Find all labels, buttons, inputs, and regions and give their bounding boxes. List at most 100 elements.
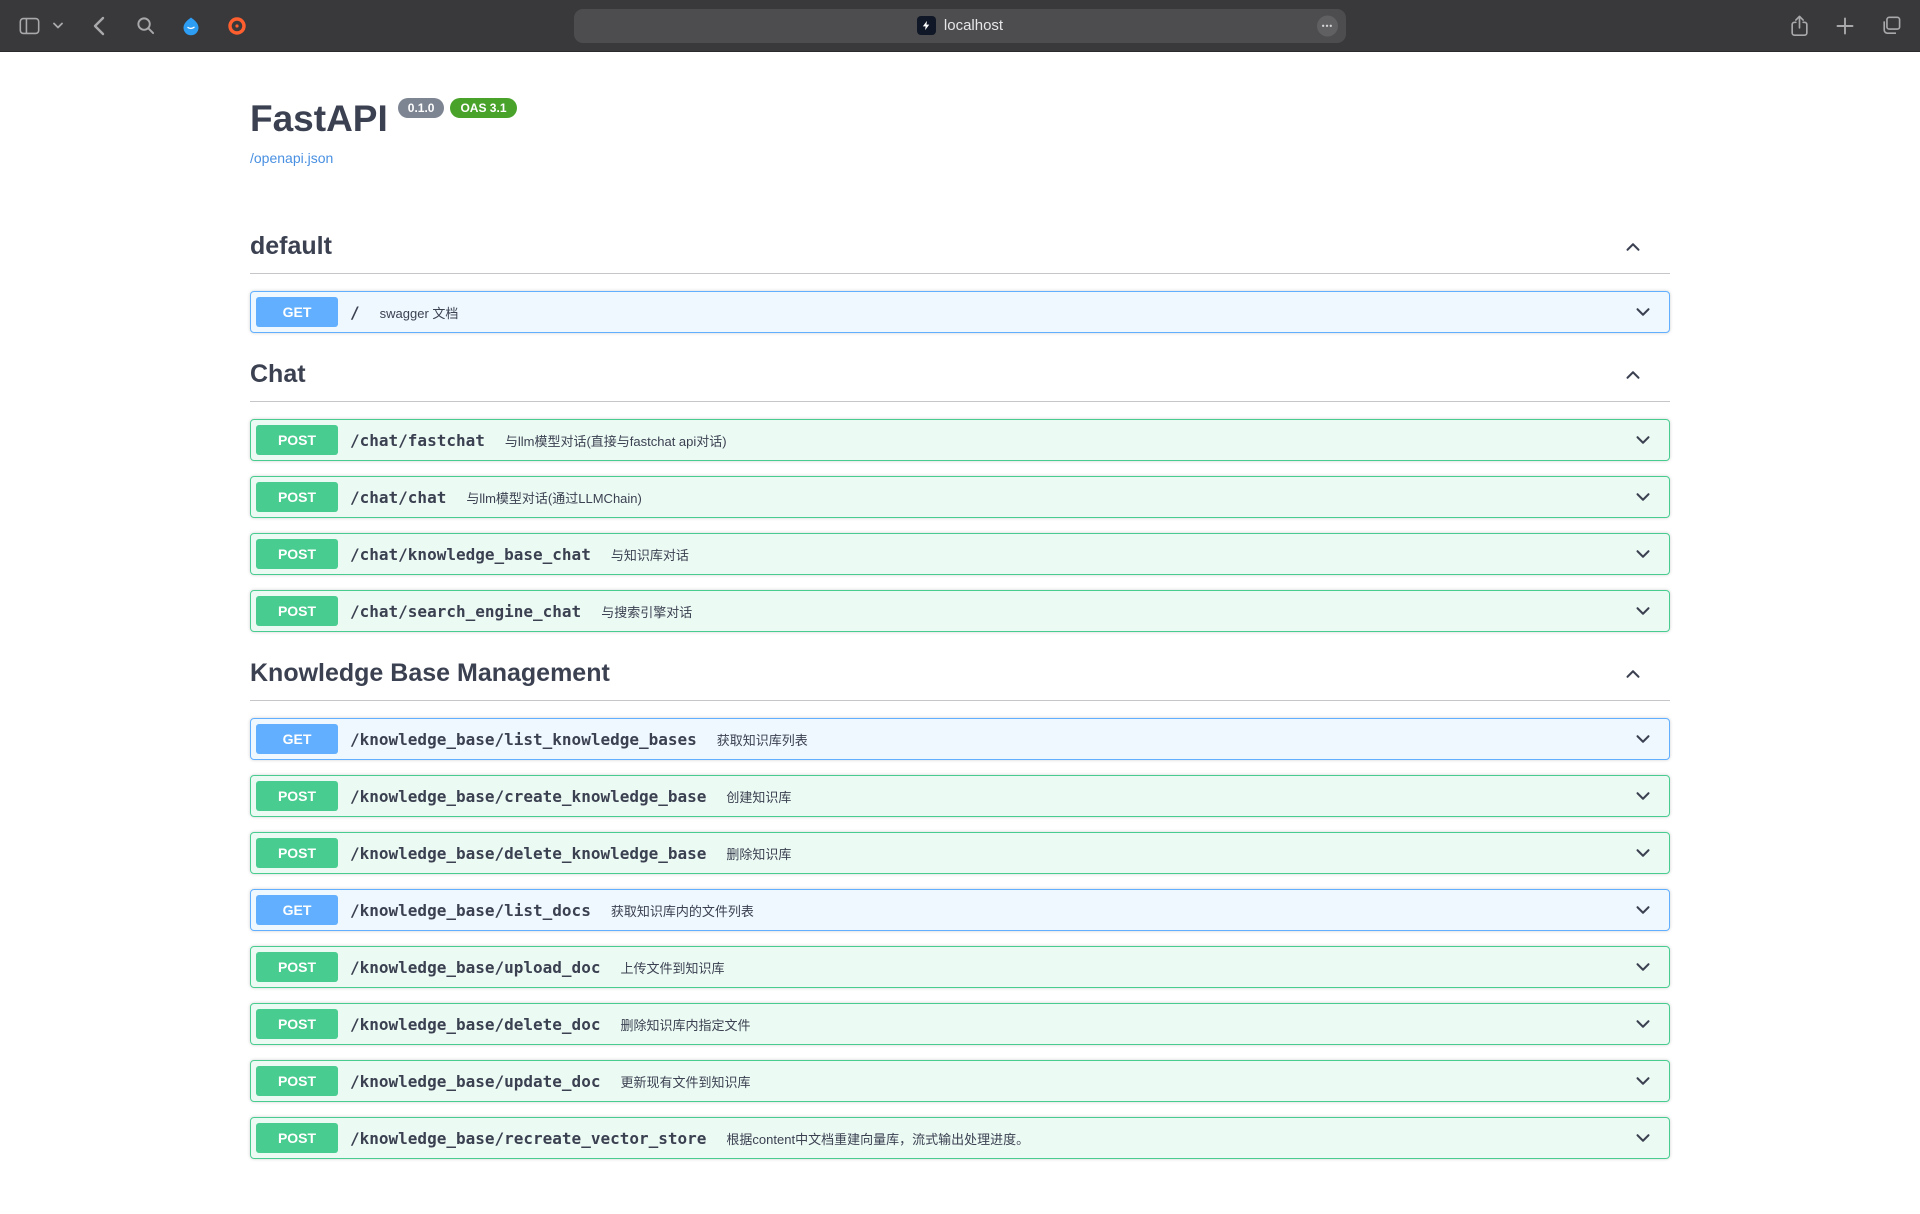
operation-summary: swagger 文档 <box>370 303 1632 322</box>
method-badge: GET <box>256 724 338 754</box>
tag-header-knowledge-base[interactable]: Knowledge Base Management <box>250 647 1670 701</box>
operation-row[interactable]: GET /knowledge_base/list_docs 获取知识库内的文件列… <box>250 889 1670 931</box>
expand-operation-icon[interactable] <box>1632 728 1654 750</box>
expand-operation-icon[interactable] <box>1632 429 1654 451</box>
operation-summary: 与知识库对话 <box>601 545 1632 564</box>
browser-toolbar: localhost ••• <box>0 0 1920 52</box>
operation-path: /knowledge_base/list_knowledge_bases <box>338 730 707 749</box>
operation-path: /chat/search_engine_chat <box>338 602 591 621</box>
operation-row[interactable]: GET /knowledge_base/list_knowledge_bases… <box>250 718 1670 760</box>
search-icon[interactable] <box>134 15 156 37</box>
operations-list: POST /chat/fastchat 与llm模型对话(直接与fastchat… <box>250 402 1670 632</box>
operation-summary: 获取知识库内的文件列表 <box>601 901 1632 920</box>
operation-summary: 创建知识库 <box>716 787 1632 806</box>
expand-operation-icon[interactable] <box>1632 301 1654 323</box>
expand-operation-icon[interactable] <box>1632 1013 1654 1035</box>
back-icon[interactable] <box>88 15 110 37</box>
api-info-section: FastAPI 0.1.0 OAS 3.1 /openapi.json <box>250 52 1670 168</box>
tag-section-default: default GET / swagger 文档 <box>250 220 1670 333</box>
url-text: localhost <box>944 17 1003 34</box>
tag-section-chat: Chat POST /chat/fastchat 与llm模型对话(直接与fas… <box>250 348 1670 632</box>
version-badge: 0.1.0 <box>398 98 445 118</box>
operation-path: /knowledge_base/create_knowledge_base <box>338 787 716 806</box>
tab-overview-icon[interactable] <box>1880 15 1902 37</box>
sidebar-chevron-down-icon[interactable] <box>52 20 64 32</box>
expand-operation-icon[interactable] <box>1632 956 1654 978</box>
operation-row[interactable]: POST /knowledge_base/upload_doc 上传文件到知识库 <box>250 946 1670 988</box>
operation-path: /chat/chat <box>338 488 456 507</box>
extension-blue-icon[interactable] <box>180 15 202 37</box>
tag-title: Knowledge Base Management <box>250 659 610 688</box>
expand-operation-icon[interactable] <box>1632 486 1654 508</box>
method-badge: POST <box>256 1009 338 1039</box>
operation-row[interactable]: POST /chat/fastchat 与llm模型对话(直接与fastchat… <box>250 419 1670 461</box>
operation-path: /knowledge_base/list_docs <box>338 901 601 920</box>
collapse-section-icon[interactable] <box>1622 364 1644 386</box>
method-badge: POST <box>256 1066 338 1096</box>
collapse-section-icon[interactable] <box>1622 236 1644 258</box>
method-badge: POST <box>256 596 338 626</box>
tag-header-chat[interactable]: Chat <box>250 348 1670 402</box>
method-badge: POST <box>256 539 338 569</box>
tag-sections: default GET / swagger 文档 Chat <box>250 220 1670 1214</box>
method-badge: POST <box>256 952 338 982</box>
operation-summary: 上传文件到知识库 <box>610 958 1632 977</box>
operation-summary: 与llm模型对话(通过LLMChain) <box>456 488 1632 507</box>
operations-list: GET / swagger 文档 <box>250 274 1670 333</box>
sidebar-toggle-icon[interactable] <box>18 15 40 37</box>
oas-badge: OAS 3.1 <box>450 98 516 118</box>
operation-summary: 获取知识库列表 <box>707 730 1632 749</box>
operation-path: /knowledge_base/recreate_vector_store <box>338 1129 716 1148</box>
method-badge: GET <box>256 895 338 925</box>
tag-title: default <box>250 232 332 261</box>
tag-header-default[interactable]: default <box>250 220 1670 274</box>
operation-path: /chat/knowledge_base_chat <box>338 545 601 564</box>
operation-row[interactable]: GET / swagger 文档 <box>250 291 1670 333</box>
operation-row[interactable]: POST /chat/search_engine_chat 与搜索引擎对话 <box>250 590 1670 632</box>
collapse-section-icon[interactable] <box>1622 663 1644 685</box>
swagger-page: FastAPI 0.1.0 OAS 3.1 /openapi.json defa… <box>230 52 1690 1214</box>
method-badge: POST <box>256 781 338 811</box>
operation-summary: 删除知识库 <box>716 844 1632 863</box>
expand-operation-icon[interactable] <box>1632 1070 1654 1092</box>
api-title: FastAPI <box>250 98 388 140</box>
expand-operation-icon[interactable] <box>1632 842 1654 864</box>
operation-path: /knowledge_base/update_doc <box>338 1072 610 1091</box>
operation-summary: 与搜索引擎对话 <box>591 602 1632 621</box>
operation-row[interactable]: POST /knowledge_base/delete_doc 删除知识库内指定… <box>250 1003 1670 1045</box>
tag-section-knowledge-base: Knowledge Base Management GET /knowledge… <box>250 647 1670 1159</box>
operation-summary: 更新现有文件到知识库 <box>610 1072 1632 1091</box>
operation-summary: 删除知识库内指定文件 <box>610 1015 1632 1034</box>
operation-summary: 根据content中文档重建向量库，流式输出处理进度。 <box>716 1129 1632 1148</box>
operation-path: /knowledge_base/upload_doc <box>338 958 610 977</box>
operation-path: / <box>338 303 370 322</box>
operation-row[interactable]: POST /knowledge_base/recreate_vector_sto… <box>250 1117 1670 1159</box>
new-tab-icon[interactable] <box>1834 15 1856 37</box>
operation-row[interactable]: POST /knowledge_base/create_knowledge_ba… <box>250 775 1670 817</box>
operation-path: /knowledge_base/delete_doc <box>338 1015 610 1034</box>
expand-operation-icon[interactable] <box>1632 600 1654 622</box>
operation-row[interactable]: POST /knowledge_base/update_doc 更新现有文件到知… <box>250 1060 1670 1102</box>
extension-orange-icon[interactable] <box>226 15 248 37</box>
site-favicon-icon <box>917 16 936 35</box>
method-badge: POST <box>256 425 338 455</box>
operations-list: GET /knowledge_base/list_knowledge_bases… <box>250 701 1670 1159</box>
page-menu-ellipsis-icon[interactable]: ••• <box>1317 15 1338 36</box>
method-badge: POST <box>256 838 338 868</box>
operation-row[interactable]: POST /knowledge_base/delete_knowledge_ba… <box>250 832 1670 874</box>
url-bar[interactable]: localhost ••• <box>574 9 1346 43</box>
method-badge: POST <box>256 1123 338 1153</box>
method-badge: GET <box>256 297 338 327</box>
page-title: FastAPI 0.1.0 OAS 3.1 <box>250 98 1670 140</box>
operation-path: /chat/fastchat <box>338 431 495 450</box>
expand-operation-icon[interactable] <box>1632 899 1654 921</box>
share-icon[interactable] <box>1788 15 1810 37</box>
operation-summary: 与llm模型对话(直接与fastchat api对话) <box>495 431 1632 450</box>
expand-operation-icon[interactable] <box>1632 543 1654 565</box>
expand-operation-icon[interactable] <box>1632 785 1654 807</box>
operation-row[interactable]: POST /chat/chat 与llm模型对话(通过LLMChain) <box>250 476 1670 518</box>
operation-path: /knowledge_base/delete_knowledge_base <box>338 844 716 863</box>
expand-operation-icon[interactable] <box>1632 1127 1654 1149</box>
operation-row[interactable]: POST /chat/knowledge_base_chat 与知识库对话 <box>250 533 1670 575</box>
openapi-spec-link[interactable]: /openapi.json <box>250 150 333 166</box>
